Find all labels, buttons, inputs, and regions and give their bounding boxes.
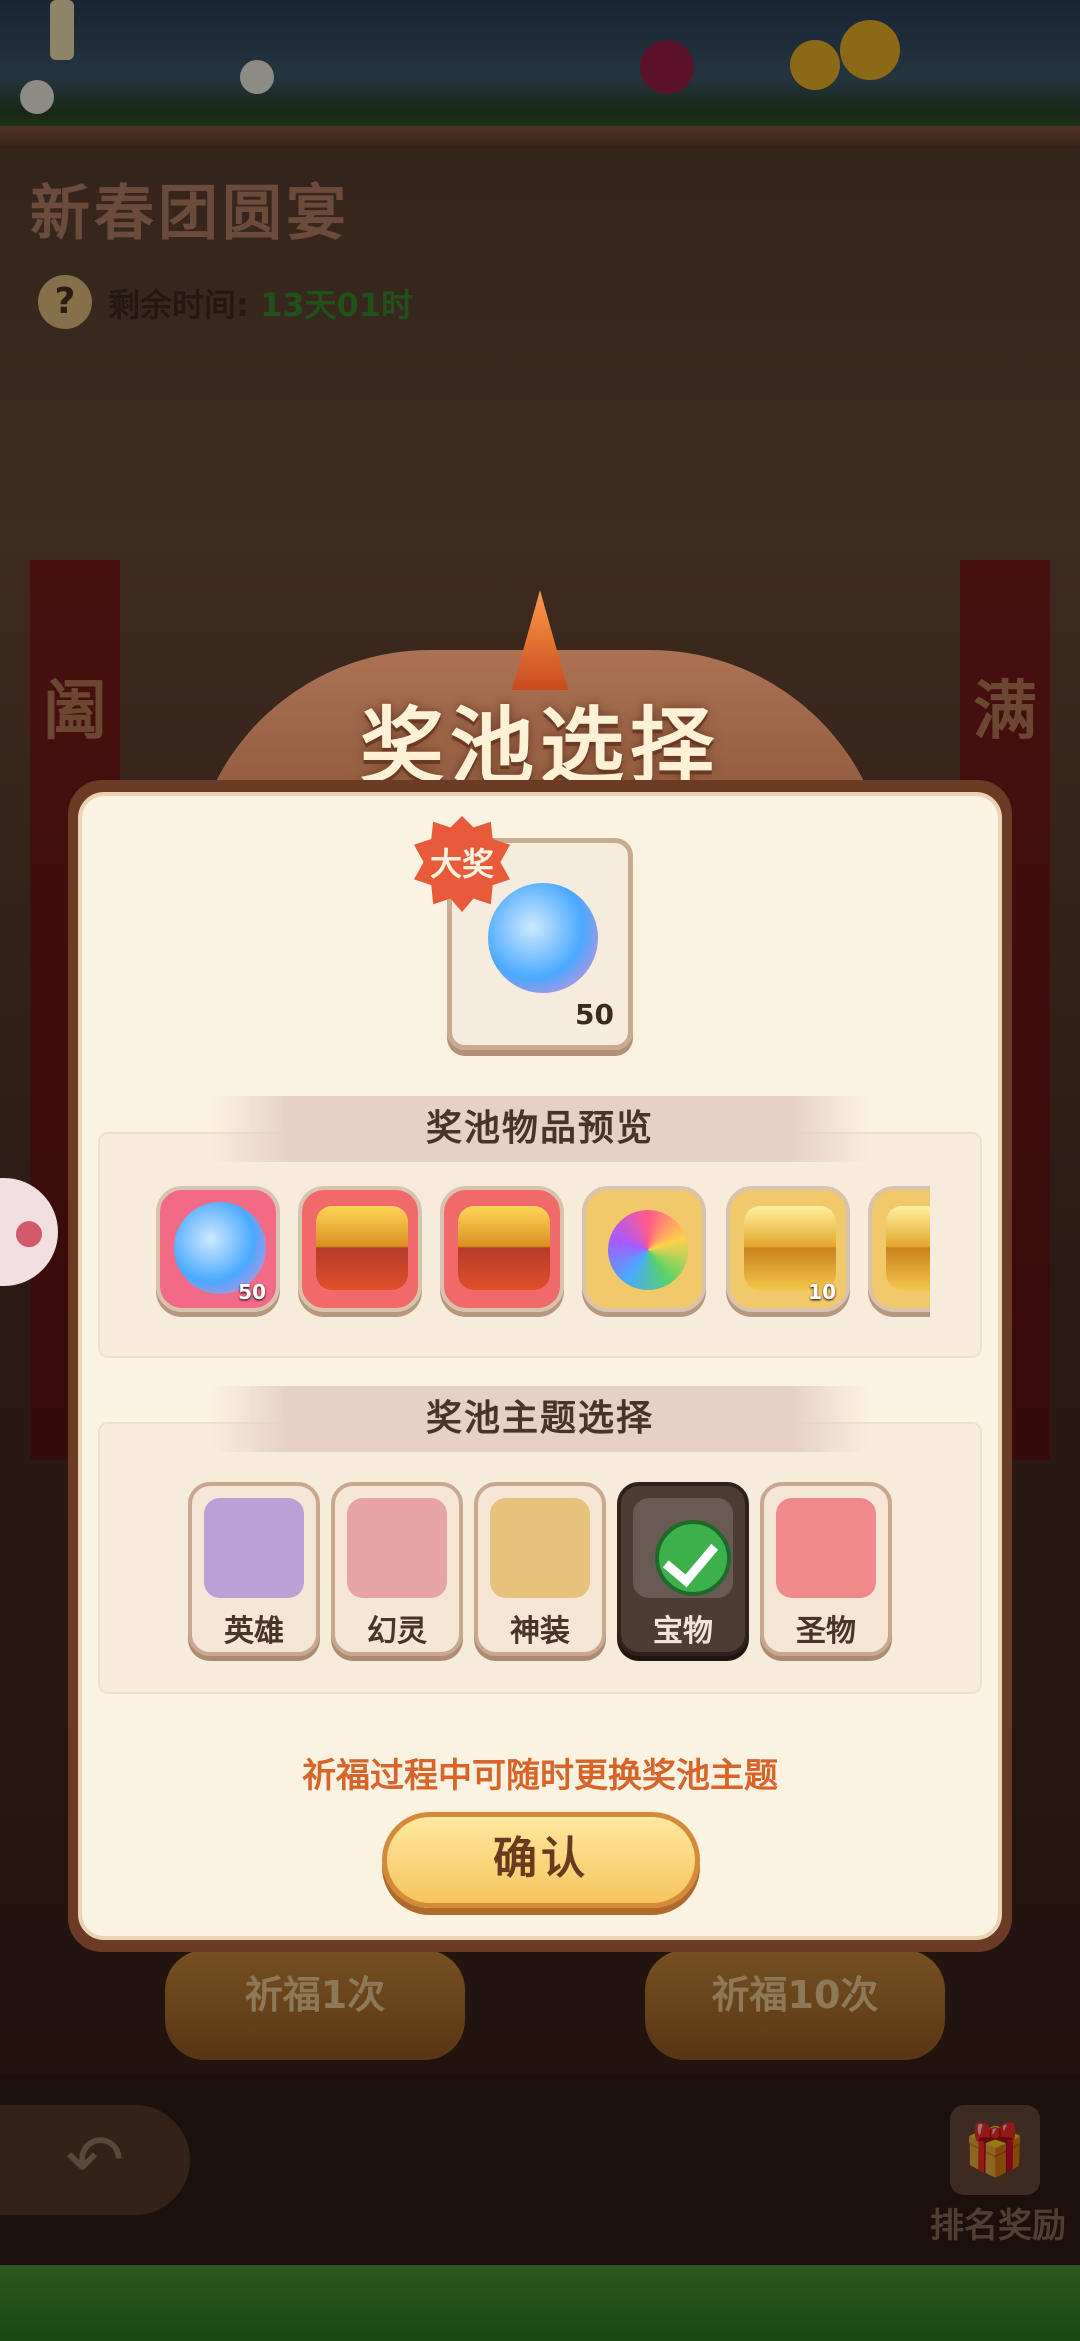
item-quantity: 10	[808, 1280, 836, 1304]
theme-option-relic[interactable]: 圣物	[760, 1482, 892, 1656]
theme-option-divine-gear[interactable]: 神装	[474, 1482, 606, 1656]
gold-chest-icon	[886, 1206, 930, 1290]
confirm-button[interactable]: 确认	[382, 1812, 700, 1908]
theme-label: 幻灵	[367, 1614, 427, 1649]
hero-emblem-icon	[204, 1498, 304, 1598]
star-spike-icon	[512, 590, 568, 690]
grand-prize-quantity: 50	[575, 998, 614, 1031]
theme-option-spirit[interactable]: 幻灵	[331, 1482, 463, 1656]
spirit-chest-icon	[347, 1498, 447, 1598]
theme-header: 奖池主题选择	[210, 1386, 870, 1452]
preview-item[interactable]: 50	[156, 1186, 280, 1312]
theme-label: 圣物	[796, 1614, 856, 1649]
treasure-icon	[633, 1498, 733, 1598]
relic-chest-icon	[776, 1498, 876, 1598]
red-chest-icon	[458, 1206, 550, 1290]
check-icon	[655, 1520, 731, 1596]
preview-item[interactable]: 10	[726, 1186, 850, 1312]
divine-gear-icon	[490, 1498, 590, 1598]
modal-title-banner: 奖池选择	[190, 590, 890, 890]
preview-item[interactable]	[868, 1186, 930, 1312]
hint-text: 祈福过程中可随时更换奖池主题	[302, 1756, 778, 1796]
item-quantity: 50	[238, 1280, 266, 1304]
potion-icon	[488, 883, 598, 993]
theme-label: 英雄	[224, 1614, 284, 1649]
gold-chest-icon	[744, 1206, 836, 1290]
theme-label: 神装	[510, 1614, 570, 1649]
preview-item[interactable]	[440, 1186, 564, 1312]
theme-label: 宝物	[653, 1614, 713, 1649]
chat-icon: ●	[14, 1212, 44, 1252]
preview-item[interactable]	[298, 1186, 422, 1312]
theme-option-treasure[interactable]: 宝物	[617, 1482, 749, 1656]
preview-item[interactable]	[582, 1186, 706, 1312]
preview-header: 奖池物品预览	[210, 1096, 870, 1162]
rainbow-key-icon	[608, 1210, 688, 1290]
red-chest-icon	[316, 1206, 408, 1290]
theme-option-hero[interactable]: 英雄	[188, 1482, 320, 1656]
